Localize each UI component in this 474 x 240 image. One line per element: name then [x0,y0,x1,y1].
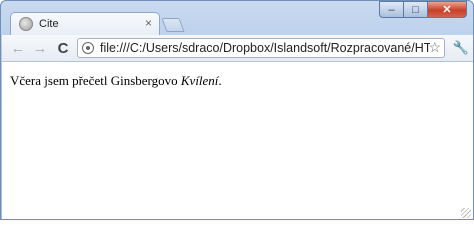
address-bar[interactable]: file:///C:/Users/sdraco/Dropbox/Islandso… [77,38,445,58]
close-window-button[interactable]: ✕ [427,1,467,18]
page-paragraph: Včera jsem přečetl Ginsbergovo Kvílení. [10,73,222,89]
page-info-icon[interactable] [82,42,94,54]
wrench-menu-icon[interactable]: 🔧 [452,38,470,58]
window-controls: – □ ✕ [379,1,467,18]
page-favicon-icon [19,17,33,31]
minimize-button[interactable]: – [379,1,403,18]
bookmark-star-icon[interactable]: ☆ [428,39,441,56]
paragraph-end: . [218,73,222,88]
navigation-toolbar: ← → C file:///C:/Users/sdraco/Dropbox/Is… [2,35,473,62]
tab-cite[interactable]: Cite × [10,12,160,36]
back-button[interactable]: ← [8,38,28,58]
browser-window: Cite × – □ ✕ ← → C file:///C:/Users/sdra… [0,0,474,220]
close-tab-icon[interactable]: × [145,16,152,30]
page-content: Včera jsem přečetl Ginsbergovo Kvílení. [2,62,473,219]
maximize-button[interactable]: □ [403,1,427,18]
url-text[interactable]: file:///C:/Users/sdraco/Dropbox/Islandso… [100,41,430,55]
forward-button[interactable]: → [30,38,50,58]
reload-button[interactable]: C [53,38,73,58]
paragraph-text: Včera jsem přečetl Ginsbergovo [10,73,181,88]
new-tab-button[interactable] [161,18,185,32]
cited-title: Kvílení [180,73,219,88]
tab-strip: Cite × – □ ✕ [1,1,473,36]
resize-grip[interactable] [461,208,471,218]
tab-title: Cite [39,18,59,30]
